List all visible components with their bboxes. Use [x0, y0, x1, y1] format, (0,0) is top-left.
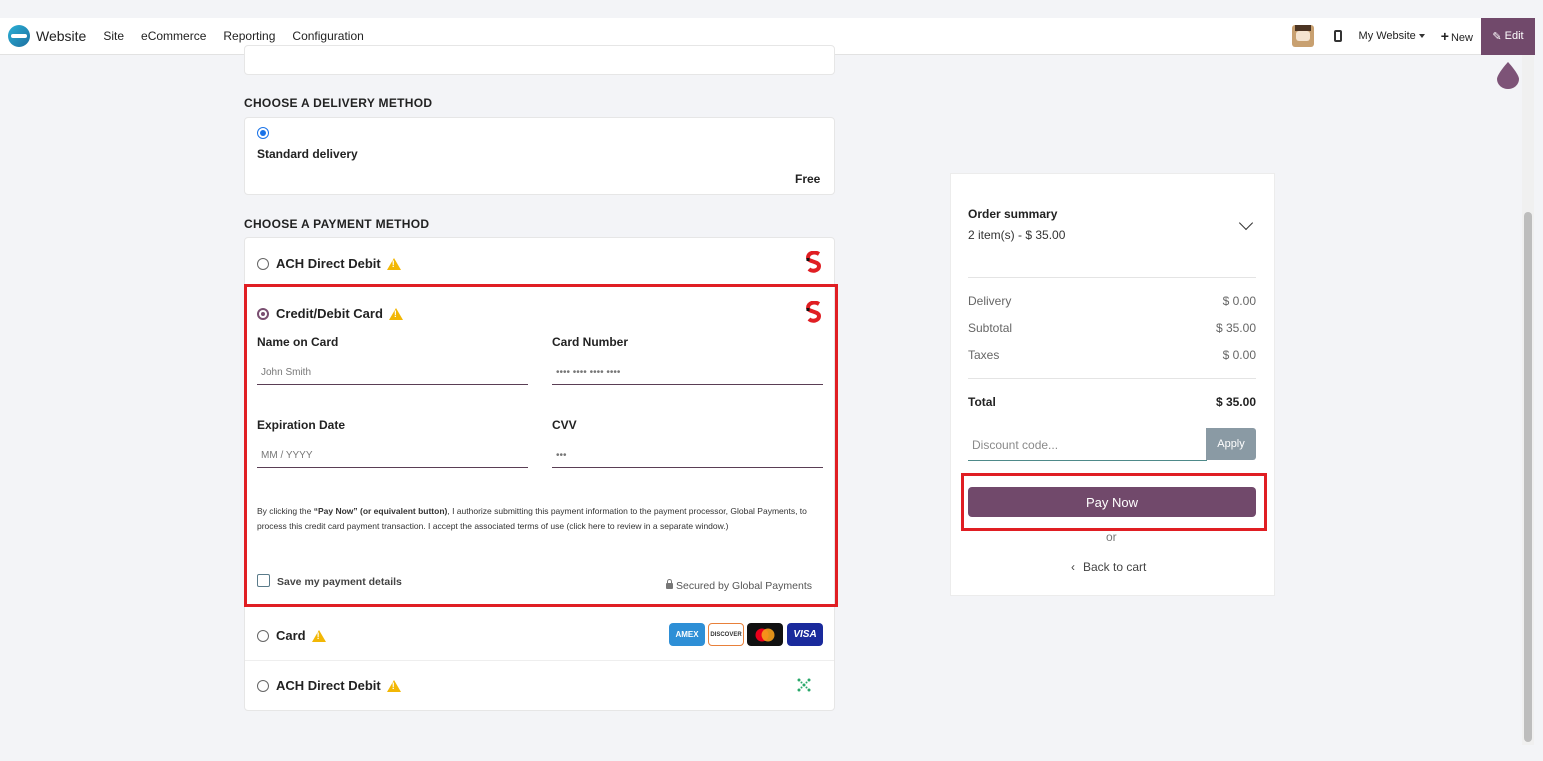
payment-method-ach-1[interactable]: ACH Direct Debit [257, 256, 401, 271]
order-summary-title: Order summary [968, 207, 1058, 221]
subtotal-value: $ 35.00 [1215, 321, 1256, 335]
mobile-preview-icon[interactable] [1333, 30, 1342, 42]
scrollbar-thumb[interactable] [1524, 212, 1532, 742]
my-website-label: My Website [1358, 30, 1416, 42]
subtotal-label: Subtotal [968, 321, 1013, 335]
order-summary-items: 2 item(s) - $ 35.00 [968, 228, 1066, 242]
divider [245, 660, 834, 661]
global-payments-logo-icon [806, 251, 822, 273]
visa-icon: VISA [787, 623, 823, 646]
credit-card-highlight-box [244, 284, 838, 607]
payment-radio-card[interactable] [257, 629, 269, 642]
delivery-value: $ 0.00 [1222, 294, 1256, 308]
new-label: New [1450, 32, 1473, 44]
payment-method-label: ACH Direct Debit [276, 678, 381, 693]
back-to-cart-label: Back to cart [1083, 560, 1147, 574]
mastercard-circles-icon [755, 628, 775, 641]
payment-radio-ach-1[interactable] [257, 257, 269, 270]
pay-now-highlight-box [961, 473, 1267, 531]
back-to-cart-link[interactable]: ‹ Back to cart [1071, 560, 1146, 574]
payment-radio-ach-2[interactable] [257, 679, 269, 692]
payment-method-label: Card [276, 628, 306, 643]
user-avatar[interactable] [1291, 25, 1314, 47]
website-app-logo[interactable]: Website [8, 25, 86, 47]
nav-item-site[interactable]: Site [103, 29, 124, 43]
delivery-option-name: Standard delivery [257, 147, 358, 161]
divider [968, 378, 1256, 379]
divider [968, 277, 1256, 278]
payment-method-label: ACH Direct Debit [276, 256, 381, 271]
payment-method-ach-2[interactable]: ACH Direct Debit [257, 678, 401, 693]
nav-item-ecommerce[interactable]: eCommerce [141, 29, 206, 43]
amex-icon: AMEX [669, 623, 705, 646]
or-separator: or [1106, 530, 1117, 544]
delivery-section-title: CHOOSE A DELIVERY METHOD [244, 96, 433, 110]
nav-item-reporting[interactable]: Reporting [223, 29, 275, 43]
warning-icon [386, 257, 401, 270]
payment-section-title: CHOOSE A PAYMENT METHOD [244, 217, 430, 231]
chevron-left-icon: ‹ [1071, 560, 1075, 574]
taxes-label: Taxes [968, 348, 1000, 362]
page-scrollbar[interactable] [1522, 55, 1534, 745]
new-button[interactable]: + New [1441, 28, 1473, 44]
discount-code-input[interactable] [968, 429, 1207, 461]
app-name: Website [36, 28, 87, 44]
warning-icon [386, 679, 401, 692]
delivery-radio[interactable] [257, 127, 269, 139]
mastercard-icon [747, 623, 783, 646]
my-website-dropdown[interactable]: My Website [1359, 30, 1425, 42]
apply-discount-button[interactable]: Apply [1206, 428, 1256, 460]
pencil-icon: ✎ [1492, 30, 1502, 43]
taxes-value: $ 0.00 [1222, 348, 1256, 362]
theme-drop-icon[interactable] [1497, 62, 1519, 89]
nav-item-configuration[interactable]: Configuration [292, 29, 363, 43]
edit-button[interactable]: ✎ Edit [1481, 17, 1535, 55]
ach-provider-icon [797, 678, 811, 692]
plus-icon: + [1440, 28, 1449, 44]
website-logo-icon [8, 25, 30, 47]
caret-down-icon [1418, 34, 1425, 39]
delivery-option-price: Free [795, 172, 821, 186]
warning-icon [311, 629, 326, 642]
total-value: $ 35.00 [1215, 395, 1256, 409]
discover-icon: DISCOVER [708, 623, 744, 646]
address-card [244, 45, 835, 75]
total-label: Total [968, 395, 996, 409]
payment-method-card[interactable]: Card [257, 628, 326, 643]
delivery-label: Delivery [968, 294, 1012, 308]
edit-label: Edit [1504, 30, 1524, 42]
